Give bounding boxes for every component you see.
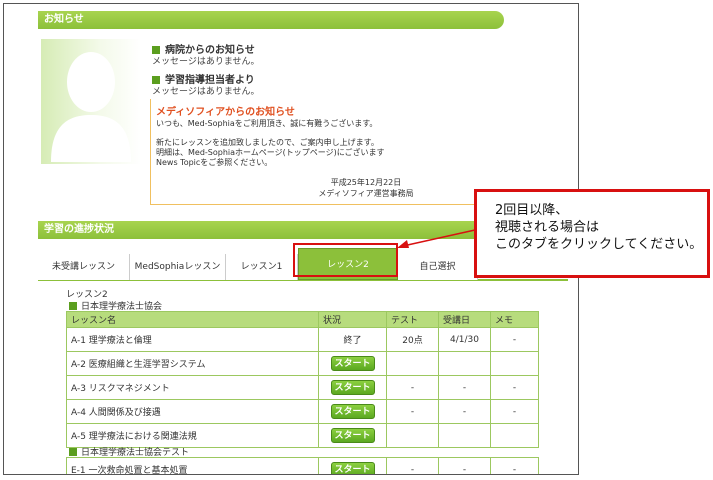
lesson-test: -	[386, 375, 439, 400]
lesson-test	[386, 351, 439, 376]
lesson-test	[386, 423, 439, 448]
notice-organization: メディソフィア運営事務局	[318, 189, 414, 198]
lesson-memo: -	[490, 375, 539, 400]
user-silhouette-icon	[51, 52, 131, 162]
notice-line: いつも、Med-Sophiaをご利用頂き、誠に有難うございます。	[156, 119, 378, 128]
table-row: A-5 理学療法における関連法規 スタート	[66, 423, 539, 448]
lesson-name: A-4 人間関係及び接遇	[66, 399, 319, 424]
lesson-date	[438, 351, 491, 376]
lesson-test: -	[386, 457, 439, 474]
lesson-name: A-2 医療組織と生涯学習システム	[66, 351, 319, 376]
notice-date: 平成25年12月22日	[330, 178, 402, 187]
lesson-name: A-1 理学療法と倫理	[66, 327, 319, 352]
avatar	[41, 39, 141, 164]
table-row: E-1 一次救命処置と基本処置 スタート - - -	[66, 457, 539, 474]
lesson-test: 20点	[386, 327, 439, 352]
column-header-date: 受講日	[438, 311, 491, 328]
callout-box: 2回目以降、 視聴される場合は このタブをクリックしてください。	[474, 189, 710, 278]
arrow-icon	[397, 229, 476, 248]
callout-line: 視聴される場合は	[495, 220, 600, 235]
start-button[interactable]: スタート	[330, 356, 375, 371]
lesson-name: E-1 一次救命処置と基本処置	[66, 457, 319, 474]
lesson-date: 4/1/30	[438, 327, 491, 352]
start-button[interactable]: スタート	[330, 462, 375, 474]
notice-title: メディソフィアからのお知らせ	[156, 107, 295, 118]
lesson-memo: -	[490, 457, 539, 474]
column-header-status: 状況	[318, 311, 387, 328]
callout-line: このタブをクリックしてください。	[495, 237, 703, 252]
hospital-message-body: メッセージはありません。	[152, 57, 260, 67]
lesson-date: -	[438, 457, 491, 474]
tab-lesson-1[interactable]: レッスン1	[226, 254, 298, 280]
lesson-memo: -	[490, 327, 539, 352]
tab-unattended-lessons[interactable]: 未受講レッスン	[38, 254, 130, 280]
lesson-memo	[490, 423, 539, 448]
tab-medsophia-lessons[interactable]: MedSophiaレッスン	[130, 254, 226, 280]
table-row: A-1 理学療法と倫理 終了 20点 4/1/30 -	[66, 327, 539, 352]
lesson-test: -	[386, 399, 439, 424]
lesson-date: -	[438, 399, 491, 424]
table-row: A-2 医療組織と生涯学習システム スタート	[66, 351, 539, 376]
instructor-message-body: メッセージはありません。	[152, 87, 260, 97]
lesson-memo	[490, 351, 539, 376]
start-button[interactable]: スタート	[330, 380, 375, 395]
table-header-row: レッスン名 状況 テスト 受講日 メモ	[66, 311, 539, 328]
lesson-table: E-1 一次救命処置と基本処置 スタート - - -	[66, 457, 539, 474]
start-button[interactable]: スタート	[330, 404, 375, 419]
start-button[interactable]: スタート	[330, 428, 375, 443]
lesson-name: A-3 リスクマネジメント	[66, 375, 319, 400]
lesson-status: 終了	[318, 327, 387, 352]
lesson-memo: -	[490, 399, 539, 424]
table-row: A-4 人間関係及び接遇 スタート - - -	[66, 399, 539, 424]
notice-line: News Topicをご参照ください。	[156, 158, 273, 167]
column-header-lesson: レッスン名	[66, 311, 319, 328]
tab-highlight-box	[293, 243, 398, 277]
callout-line: 2回目以降、	[495, 203, 569, 218]
lesson-table: レッスン名 状況 テスト 受講日 メモ A-1 理学療法と倫理 終了 20点 4…	[66, 311, 539, 448]
lesson-name: A-5 理学療法における関連法規	[66, 423, 319, 448]
column-header-test: テスト	[386, 311, 439, 328]
lesson-date: -	[438, 375, 491, 400]
lesson-date	[438, 423, 491, 448]
table-row: A-3 リスクマネジメント スタート - - -	[66, 375, 539, 400]
column-header-memo: メモ	[490, 311, 539, 328]
news-section-header: お知らせ	[38, 11, 504, 29]
tab-self-selection[interactable]: 自己選択	[398, 254, 478, 280]
